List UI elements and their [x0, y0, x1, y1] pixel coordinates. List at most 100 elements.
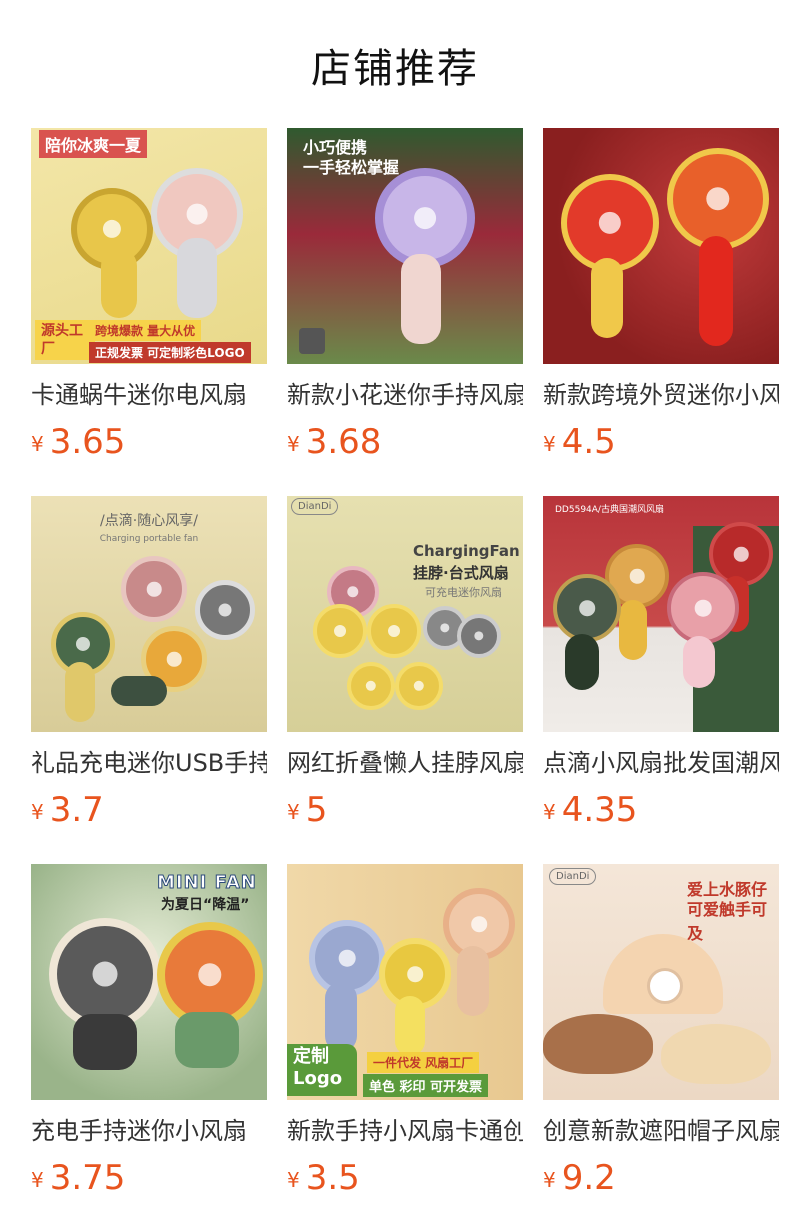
fan-head-icon	[121, 556, 187, 622]
currency-symbol: ¥	[287, 1168, 300, 1192]
fan-handle	[395, 996, 425, 1056]
fan-handle	[457, 946, 489, 1016]
currency-symbol: ¥	[543, 432, 556, 456]
currency-symbol: ¥	[287, 432, 300, 456]
page-title: 店铺推荐	[311, 46, 479, 92]
fan-handle	[101, 248, 137, 318]
sun-visor-hat	[661, 1024, 771, 1084]
product-card[interactable]: 定制Logo 一件代发 风扇工厂 单色 彩印 可开发票 新款手持小风扇卡通创意 …	[287, 864, 523, 1198]
price-value: 9.2	[561, 1158, 616, 1198]
image-caption: 单色 彩印 可开发票	[363, 1074, 489, 1097]
product-name[interactable]: 新款跨境外贸迷你小风扇	[543, 380, 779, 410]
fan-head-icon	[313, 604, 367, 658]
price-value: 3.5	[305, 1158, 360, 1198]
fan-head-icon	[367, 604, 421, 658]
fan-handle	[683, 636, 715, 688]
fan-head-icon	[195, 580, 255, 640]
fan-handle	[177, 238, 217, 318]
product-image[interactable]: DianDi ChargingFan 挂脖·台式风扇 可充电迷你风扇	[287, 496, 523, 732]
product-card[interactable]: DianDi ChargingFan 挂脖·台式风扇 可充电迷你风扇 网红折叠懒…	[287, 496, 523, 830]
fan-handle	[175, 1012, 239, 1068]
fan-handle	[401, 254, 441, 344]
currency-symbol: ¥	[543, 1168, 556, 1192]
product-name[interactable]: 网红折叠懒人挂脖风扇	[287, 748, 523, 778]
product-image[interactable]	[543, 128, 779, 364]
product-image[interactable]: DianDi 爱上水豚仔 可爱触手可及	[543, 864, 779, 1100]
product-card[interactable]: 小巧便携 一手轻松掌握 新款小花迷你手持风扇 ¥3.68	[287, 128, 523, 462]
price-value: 3.65	[49, 422, 126, 462]
image-caption: 可充电迷你风扇	[425, 586, 502, 599]
image-caption: 跨境爆款 量大从优	[89, 320, 202, 341]
product-name[interactable]: 新款小花迷你手持风扇	[287, 380, 523, 410]
product-price: ¥3.7	[31, 790, 267, 830]
image-caption: 一手轻松掌握	[303, 158, 400, 177]
product-image[interactable]: 定制Logo 一件代发 风扇工厂 单色 彩印 可开发票	[287, 864, 523, 1100]
fan-handle	[65, 662, 95, 722]
product-card[interactable]: 新款跨境外贸迷你小风扇 ¥4.5	[543, 128, 779, 462]
sun-visor-hat	[543, 1014, 653, 1074]
image-caption: ChargingFan	[413, 542, 520, 560]
price-value: 3.7	[49, 790, 104, 830]
image-caption: 为夏日“降温”	[161, 897, 250, 913]
product-price: ¥3.75	[31, 1158, 267, 1198]
price-value: 3.75	[49, 1158, 126, 1198]
currency-symbol: ¥	[31, 800, 44, 824]
brand-logo: DianDi	[291, 498, 339, 515]
price-value: 4.35	[561, 790, 638, 830]
image-caption: 一件代发 风扇工厂	[367, 1052, 480, 1073]
product-card[interactable]: 陪你冰爽一夏 源头工厂 跨境爆款 量大从优 正规发票 可定制彩色LOGO 卡通蜗…	[31, 128, 267, 462]
product-price: ¥3.5	[287, 1158, 523, 1198]
product-name[interactable]: 点滴小风扇批发国潮风	[543, 748, 779, 778]
fan-head-icon	[457, 614, 501, 658]
price-value: 3.68	[305, 422, 382, 462]
product-image[interactable]: DD5594A/古典国潮风风扇	[543, 496, 779, 732]
fan-handle	[591, 258, 623, 338]
fan-handle	[619, 600, 647, 660]
image-badge: 源头工厂	[35, 320, 95, 360]
currency-symbol: ¥	[31, 432, 44, 456]
product-image[interactable]: MINI FAN 为夏日“降温”	[31, 864, 267, 1100]
image-badge: 定制Logo	[287, 1044, 357, 1096]
image-caption: 陪你冰爽一夏	[39, 130, 148, 158]
image-caption: DD5594A/古典国潮风风扇	[555, 505, 664, 515]
product-price: ¥4.5	[543, 422, 779, 462]
product-name[interactable]: 礼品充电迷你USB手持风扇	[31, 748, 267, 778]
price-value: 5	[305, 790, 328, 830]
image-caption: Charging portable fan	[99, 534, 199, 544]
product-name[interactable]: 新款手持小风扇卡通创意	[287, 1116, 523, 1146]
product-card[interactable]: DianDi 爱上水豚仔 可爱触手可及 创意新款遮阳帽子风扇 ¥9.2	[543, 864, 779, 1198]
product-name[interactable]: 充电手持迷你小风扇	[31, 1116, 267, 1146]
product-name[interactable]: 创意新款遮阳帽子风扇	[543, 1116, 779, 1146]
fan-head-icon	[347, 662, 395, 710]
currency-symbol: ¥	[287, 800, 300, 824]
product-image[interactable]: 陪你冰爽一夏 源头工厂 跨境爆款 量大从优 正规发票 可定制彩色LOGO	[31, 128, 267, 364]
product-card[interactable]: MINI FAN 为夏日“降温” 充电手持迷你小风扇 ¥3.75	[31, 864, 267, 1198]
fan-handle	[325, 982, 357, 1052]
brand-logo-icon	[299, 328, 325, 354]
fan-head-icon	[647, 968, 683, 1004]
fan-head-icon	[553, 574, 621, 642]
fan-head-icon	[375, 168, 475, 268]
fan-handle	[73, 1014, 137, 1070]
image-caption: 可爱触手可及	[687, 900, 768, 943]
fan-handle	[111, 676, 167, 706]
fan-handle	[565, 634, 599, 690]
fan-handle	[699, 236, 733, 346]
product-image[interactable]: 小巧便携 一手轻松掌握	[287, 128, 523, 364]
product-card[interactable]: DD5594A/古典国潮风风扇 点滴小风扇批发国潮风 ¥4.35	[543, 496, 779, 830]
product-image[interactable]: /点滴·随心风享/ Charging portable fan	[31, 496, 267, 732]
fan-head-icon	[395, 662, 443, 710]
image-caption: 正规发票 可定制彩色LOGO	[89, 342, 251, 363]
product-price: ¥9.2	[543, 1158, 779, 1198]
image-caption: /点滴·随心风享/	[100, 513, 198, 529]
product-price: ¥5	[287, 790, 523, 830]
fan-head-icon	[667, 148, 769, 250]
price-value: 4.5	[561, 422, 616, 462]
product-price: ¥3.65	[31, 422, 267, 462]
product-name[interactable]: 卡通蜗牛迷你电风扇	[31, 380, 267, 410]
brand-logo: DianDi	[549, 868, 597, 885]
product-card[interactable]: /点滴·随心风享/ Charging portable fan 礼品充电迷你US…	[31, 496, 267, 830]
fan-head-icon	[667, 572, 739, 644]
product-price: ¥4.35	[543, 790, 779, 830]
currency-symbol: ¥	[31, 1168, 44, 1192]
